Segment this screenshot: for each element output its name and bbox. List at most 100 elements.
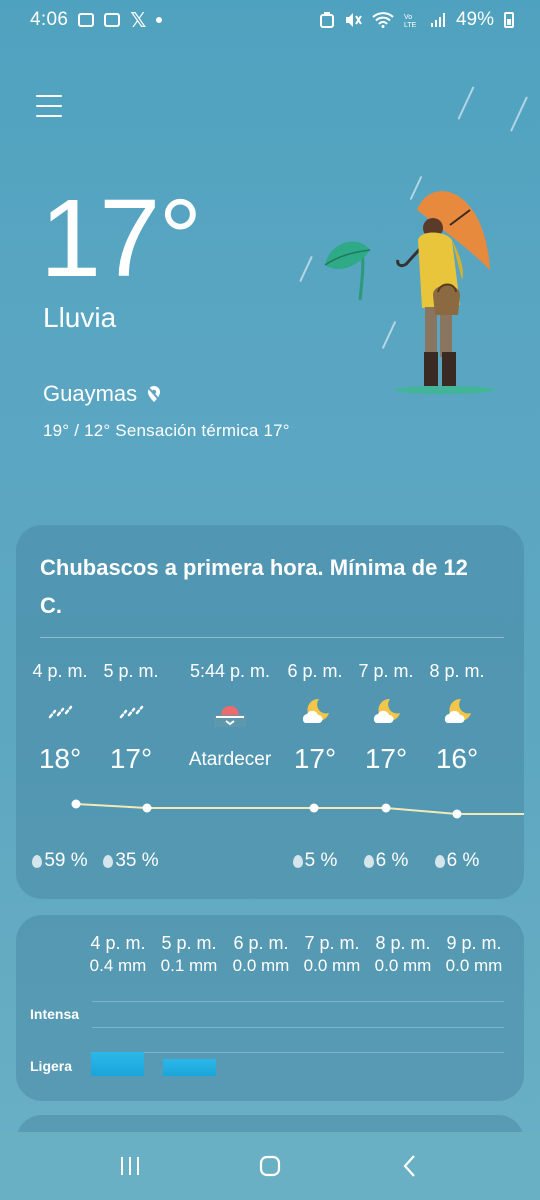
location[interactable]: Guaymas (43, 381, 163, 407)
hour-time: 5 p. m. (103, 661, 159, 681)
row-line-light (92, 1052, 504, 1053)
row-line-heavy (92, 1001, 504, 1002)
rain-illustration (324, 191, 495, 394)
precip-bar (163, 1059, 216, 1076)
navigation-bar (0, 1132, 540, 1200)
precip-value: 6 % (375, 850, 409, 871)
battery-icon (504, 12, 514, 28)
menu-line (36, 95, 62, 97)
hour-time: 7 p. m. (358, 661, 414, 681)
svg-text:Vo: Vo (404, 14, 412, 21)
sync-icon (319, 12, 334, 28)
precip-amount: 0.0 mm (374, 956, 432, 975)
moon-cloud-icon (444, 698, 471, 723)
label-light: Ligera (30, 1058, 73, 1074)
trend-point (71, 799, 81, 809)
menu-line (36, 105, 62, 107)
sunset-icon (214, 706, 246, 727)
menu-button[interactable] (36, 95, 62, 117)
trend-point (309, 803, 319, 813)
drop-icon (32, 854, 43, 868)
battery-percent: 49% (455, 9, 494, 30)
precip-value: 59 % (44, 850, 88, 871)
hourly-forecast-card[interactable]: Chubascos a primera hora. Mínima de 12 C… (16, 525, 524, 899)
notification-icon (78, 13, 95, 27)
precip-amount: 0.0 mm (445, 956, 503, 975)
recent-apps-button[interactable] (110, 1146, 150, 1186)
signal-icon (430, 13, 445, 27)
menu-line (36, 115, 62, 117)
status-right: Vo LTE 49% (319, 9, 514, 31)
precip-amount: 0.1 mm (160, 956, 218, 975)
precip-time: 6 p. m. (233, 933, 289, 953)
more-notifications-icon (156, 17, 163, 23)
home-icon (259, 1155, 281, 1177)
recent-apps-icon (121, 1157, 139, 1175)
hour-item[interactable]: 6 p. m. 17° 5 % (279, 525, 351, 899)
rain-icon (119, 705, 144, 719)
precip-bar (91, 1052, 144, 1076)
status-bar: 4:06 𝕏 Vo LTE 49% (0, 0, 540, 40)
hour-precip: 6 % (350, 850, 422, 872)
current-temperature: 17° (40, 177, 202, 300)
drop-icon (292, 854, 303, 868)
hour-time: 5:44 p. m. (189, 661, 271, 681)
row-line-mid (92, 1027, 504, 1028)
hour-time: 4 p. m. (32, 661, 88, 681)
moon-cloud-icon (302, 698, 329, 723)
precip-value: 35 % (115, 850, 159, 871)
precipitation-card[interactable]: 4 p. m. 0.4 mm 5 p. m. 0.1 mm 6 p. m. 0.… (16, 915, 524, 1101)
trend-point (452, 809, 462, 819)
volte-icon: VoLTE (404, 14, 417, 28)
hour-precip: 35 % (95, 850, 167, 872)
precip-value: 6 % (446, 850, 480, 871)
precip-item: 7 p. m. 0.0 mm (296, 933, 368, 976)
precip-amount: 0.4 mm (89, 956, 147, 975)
rain-streak (510, 96, 528, 132)
precip-item: 6 p. m. 0.0 mm (225, 933, 297, 976)
moon-cloud-icon (373, 698, 400, 723)
x-app-icon: 𝕏 (130, 9, 147, 32)
hour-precip: 6 % (421, 850, 493, 872)
hour-precip: 5 % (279, 850, 351, 872)
precip-amount: 0.0 mm (303, 956, 361, 975)
rain-streak (457, 86, 475, 120)
back-icon (403, 1155, 415, 1177)
wifi-icon (372, 12, 394, 28)
mute-icon (345, 13, 362, 27)
hour-temp: 17° (293, 743, 337, 774)
precip-item: 9 p. m. 0.0 mm (438, 933, 510, 976)
precip-time: 7 p. m. (304, 933, 360, 953)
current-condition: Lluvia (43, 302, 117, 333)
back-button[interactable] (390, 1146, 430, 1186)
rain-icon (48, 705, 73, 719)
hour-item[interactable]: 8 p. m. 16° 6 % (421, 525, 493, 899)
location-pin-icon (147, 386, 161, 402)
hour-time: 6 p. m. (287, 661, 343, 681)
drop-icon (103, 854, 114, 868)
precip-time: 9 p. m. (446, 933, 502, 953)
hour-item[interactable]: 4 p. m. 18° 59 % (24, 525, 96, 899)
precip-time: 8 p. m. (375, 933, 431, 953)
precip-time: 4 p. m. (90, 933, 146, 953)
hour-temp: 18° (38, 743, 82, 774)
home-button[interactable] (250, 1146, 290, 1186)
svg-text:LTE: LTE (404, 22, 417, 28)
hour-temp: 17° (109, 743, 153, 774)
drop-icon (434, 854, 445, 868)
label-heavy: Intensa (30, 1006, 80, 1022)
trend-point (142, 803, 152, 813)
precip-item: 4 p. m. 0.4 mm (82, 933, 154, 976)
precip-value: 5 % (304, 850, 338, 871)
hour-item[interactable]: 5:44 p. m. Atardecer (176, 525, 284, 899)
precip-item: 8 p. m. 0.0 mm (367, 933, 439, 976)
hour-item[interactable]: 7 p. m. 17° 6 % (350, 525, 422, 899)
hour-item[interactable]: 5 p. m. 17° 35 % (95, 525, 167, 899)
drop-icon (363, 854, 374, 868)
hour-temp: 17° (364, 743, 408, 774)
notification-icon (104, 13, 121, 27)
precip-time: 5 p. m. (161, 933, 217, 953)
status-time: 4:06 (30, 9, 69, 30)
hour-time: 8 p. m. (429, 661, 485, 681)
precip-item: 5 p. m. 0.1 mm (153, 933, 225, 976)
